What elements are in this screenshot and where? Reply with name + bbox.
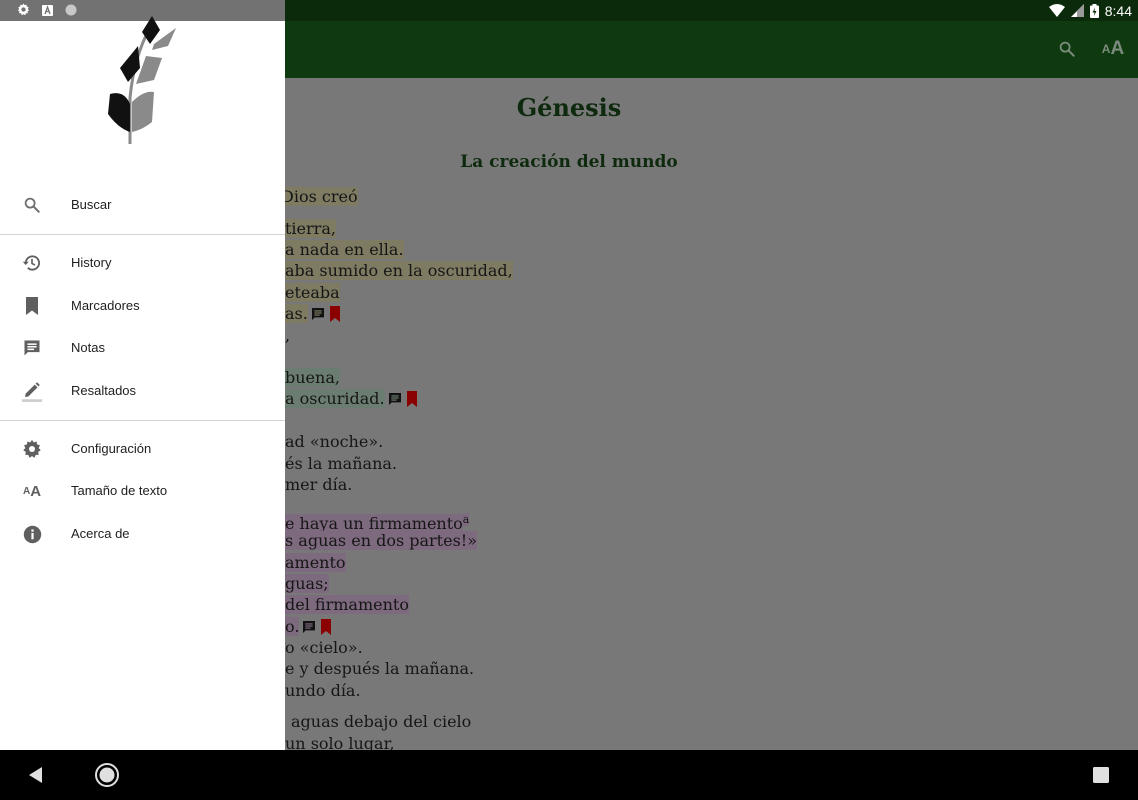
menu-label: Marcadores	[71, 298, 140, 313]
menu-item-resaltados[interactable]: Resaltados	[0, 370, 285, 412]
note-icon	[20, 336, 44, 360]
verse-line[interactable]: ,	[285, 326, 290, 346]
menu-item-configuracion[interactable]: Configuración	[0, 428, 285, 470]
navigation-drawer: Buscar History Marcadores Notas Resaltad…	[0, 0, 285, 750]
note-icon[interactable]	[310, 306, 326, 322]
circle-icon	[65, 1, 77, 20]
verse-line[interactable]: s aguas en dos partes!»	[285, 531, 478, 551]
verse-line[interactable]: ad «noche».	[285, 432, 383, 452]
gear-icon	[20, 437, 44, 461]
verse-line[interactable]: Dios creó	[281, 187, 358, 207]
info-icon	[20, 522, 44, 546]
system-navigation-bar	[0, 750, 1138, 800]
verse-line[interactable]: tierra,	[285, 219, 336, 239]
battery-icon	[1089, 3, 1099, 18]
verse-line[interactable]: eteaba	[285, 283, 340, 303]
menu-item-history[interactable]: History	[0, 242, 285, 284]
text-size-button[interactable]: AA	[1099, 35, 1127, 63]
verse-line[interactable]: a oscuridad.	[285, 389, 418, 409]
wifi-icon	[1048, 3, 1065, 18]
home-icon[interactable]	[94, 762, 120, 788]
menu-label: Buscar	[71, 197, 112, 212]
verse-line[interactable]: as.	[285, 304, 341, 324]
verse-line[interactable]: a nada en ella.	[285, 240, 404, 260]
menu-divider	[0, 420, 285, 421]
menu-label: History	[71, 255, 112, 270]
verse-line[interactable]: aguas debajo del cielo	[291, 712, 471, 732]
verse-line[interactable]: buena,	[285, 368, 340, 388]
highlighter-icon	[20, 379, 44, 403]
bookmark-icon	[20, 294, 44, 318]
status-indicators: 8:44	[1048, 0, 1132, 21]
menu-label: Notas	[71, 340, 105, 355]
history-icon	[20, 251, 44, 275]
a-badge-icon	[42, 1, 53, 20]
bookmark-icon[interactable]	[329, 306, 341, 322]
text-size-big-glyph: A	[30, 482, 42, 500]
menu-divider	[0, 234, 285, 235]
search-icon[interactable]	[1053, 35, 1081, 63]
bookmark-icon[interactable]	[320, 619, 332, 635]
menu-item-tamano-de-texto[interactable]: AA Tamaño de texto	[0, 470, 285, 512]
verse-line[interactable]: del firmamento	[285, 595, 409, 615]
signal-icon	[1070, 4, 1084, 17]
verse-line[interactable]: mer día.	[285, 475, 352, 495]
menu-item-marcadores[interactable]: Marcadores	[0, 285, 285, 327]
status-time: 8:44	[1104, 2, 1132, 19]
note-icon[interactable]	[387, 391, 403, 407]
back-icon[interactable]	[24, 763, 48, 787]
verse-line[interactable]: amento	[285, 553, 346, 573]
text-size-icon: AA	[20, 479, 44, 503]
menu-item-acerca-de[interactable]: Acerca de	[0, 513, 285, 555]
verse-line[interactable]: és la mañana.	[285, 454, 397, 474]
menu-item-notas[interactable]: Notas	[0, 327, 285, 369]
text-size-big-glyph: A	[1110, 38, 1125, 59]
verse-line[interactable]: e y después la mañana.	[285, 659, 474, 679]
text-size-small-glyph: A	[1101, 42, 1111, 56]
verse-line[interactable]: guas;	[285, 574, 329, 594]
footnote-marker[interactable]: a	[462, 513, 470, 526]
wheat-logo	[108, 16, 176, 144]
verse-line[interactable]: o «cielo».	[285, 638, 363, 658]
menu-label: Acerca de	[71, 526, 130, 541]
verse-line[interactable]: o.	[285, 617, 332, 637]
text-size-small-glyph: A	[22, 485, 31, 497]
menu-label: Tamaño de texto	[71, 483, 168, 498]
menu-label: Resaltados	[71, 383, 137, 398]
bookmark-icon[interactable]	[406, 391, 418, 407]
note-icon[interactable]	[301, 619, 317, 635]
menu-item-buscar[interactable]: Buscar	[0, 184, 285, 226]
search-icon	[20, 193, 44, 217]
verse-line[interactable]: undo día.	[285, 681, 361, 701]
verse-line[interactable]: un solo lugar,	[285, 734, 395, 750]
menu-label: Configuración	[71, 441, 152, 456]
settings-icon	[17, 1, 30, 20]
verse-line[interactable]: aba sumido en la oscuridad,	[285, 261, 513, 281]
recents-icon[interactable]	[1092, 766, 1110, 784]
